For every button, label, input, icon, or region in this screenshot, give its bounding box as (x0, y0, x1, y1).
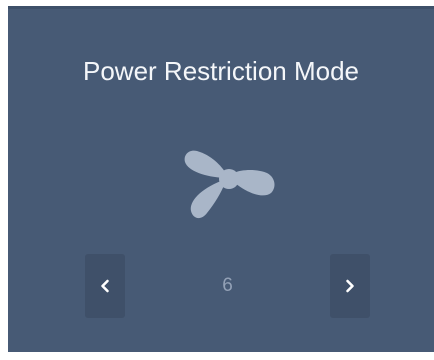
mode-value: 6 (222, 275, 233, 296)
panel-top-border (8, 6, 434, 9)
fan-icon (183, 131, 275, 223)
panel-title: Power Restriction Mode (83, 56, 359, 86)
previous-button[interactable] (85, 254, 125, 318)
chevron-left-icon (101, 279, 109, 293)
power-restriction-panel: Power Restriction Mode 6 (8, 6, 434, 352)
page-background: Power Restriction Mode 6 (0, 0, 434, 360)
next-button[interactable] (330, 254, 370, 318)
mode-stepper: 6 (85, 254, 370, 318)
chevron-right-icon (346, 279, 354, 293)
